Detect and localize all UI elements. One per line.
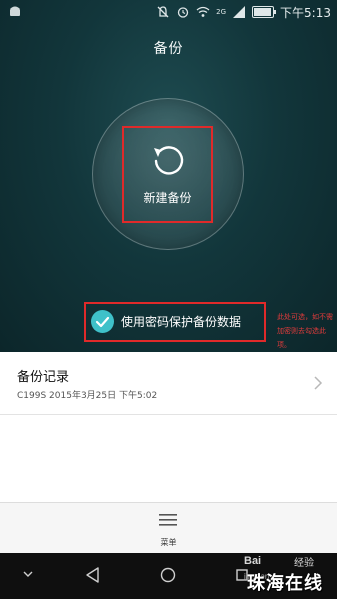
watermark-brand-left: Bai [244,555,262,567]
home-icon[interactable] [160,567,176,583]
battery-icon [252,6,277,18]
password-option-label[interactable]: 使用密码保护备份数据 [121,313,241,330]
alarm-icon [178,7,189,18]
record-item-detail[interactable]: C199S 2015年3月25日 下午5:02 [17,388,157,401]
status-bar: 2G 下午5:13 [0,0,337,24]
wifi-icon [196,6,210,17]
refresh-icon [154,146,184,175]
chevron-down-icon[interactable] [21,567,35,581]
new-backup-label: 新建备份 [143,191,192,205]
check-icon [95,316,110,328]
watermark-overlay-text: 珠海在线 [247,573,323,594]
password-checkbox[interactable] [91,310,114,333]
divider [0,414,337,415]
annotation-note: 此处可选，如不需加密则去勾选此项。 [277,313,333,349]
status-icons: 2G 下午5:13 [156,4,331,20]
battery-level [254,8,272,16]
menu-icon[interactable] [159,513,177,527]
status-time: 下午5:13 [280,5,331,20]
records-section-title: 备份记录 [17,370,70,385]
backup-screen: 2G 下午5:13 备份 新建备份 使用密码保护备份数据 此处可选，如不需加密则… [0,0,337,599]
android-icon [10,6,20,16]
chevron-right-icon[interactable] [312,375,324,391]
watermark-brand-right: 经验 [294,558,314,569]
menu-label[interactable]: 菜单 [0,537,337,548]
back-icon[interactable] [84,566,102,584]
mute-icon [157,6,169,18]
page-title: 备份 [153,41,184,57]
network-type-label: 2G [216,8,227,16]
signal-icon [233,6,246,18]
